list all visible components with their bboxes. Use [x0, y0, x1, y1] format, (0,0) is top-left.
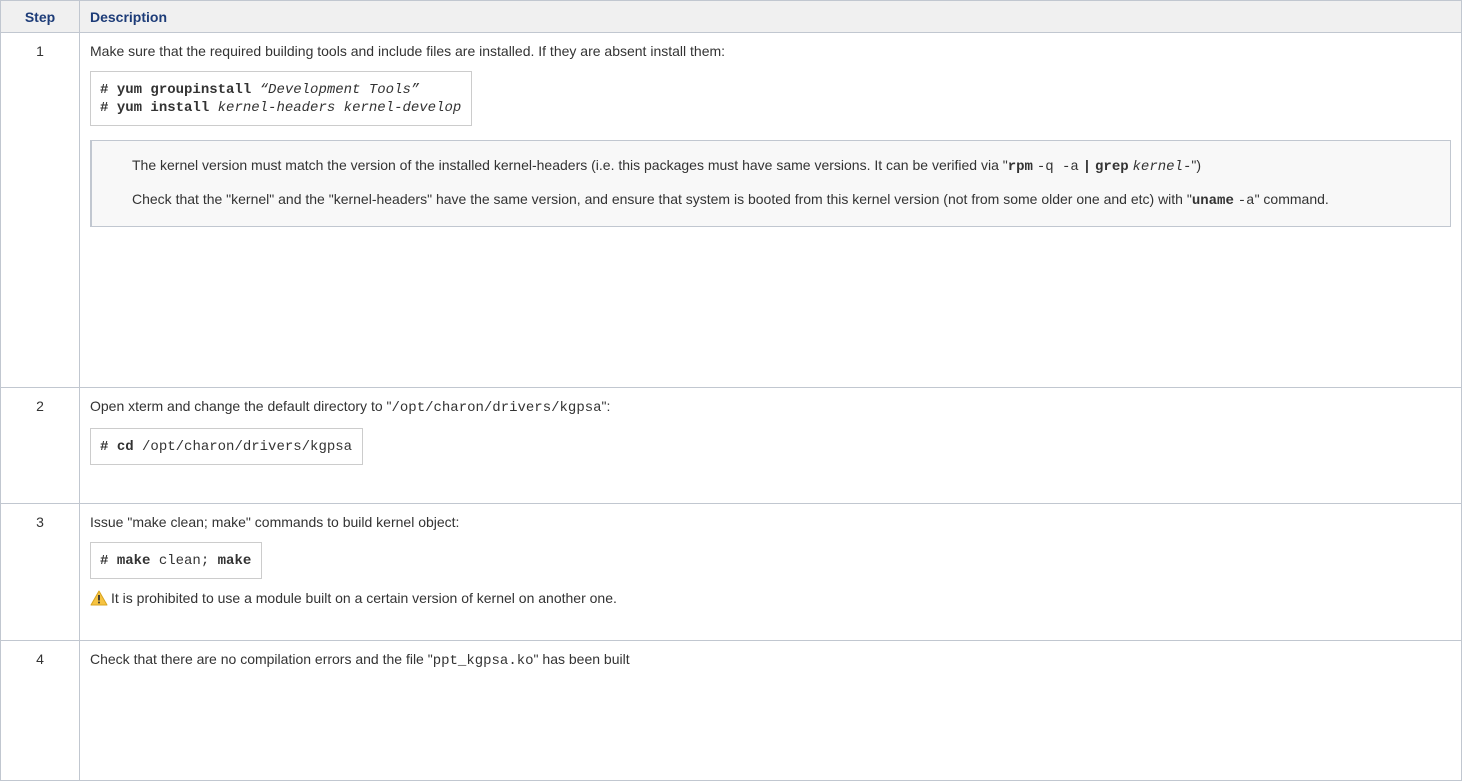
step-description: Make sure that the required building too… — [79, 32, 1462, 388]
warning-message: It is prohibited to use a module built o… — [90, 590, 1451, 606]
step-text: Make sure that the required building too… — [90, 43, 726, 59]
code-block: # yum groupinstall “Development Tools” #… — [90, 71, 473, 126]
table-row: 3 Issue "make clean; make" commands to b… — [0, 503, 1462, 641]
code-line: # yum groupinstall “Development Tools” — [100, 82, 420, 98]
table-row: 4 Check that there are no compilation er… — [0, 640, 1462, 781]
directory-path: /opt/charon/drivers/kgpsa — [391, 400, 602, 416]
code-line: # make clean; make — [100, 553, 252, 569]
step-description: Check that there are no compilation erro… — [79, 640, 1462, 781]
info-panel: The kernel version must match the versio… — [90, 140, 1451, 227]
step-text: Open xterm and change the default direct… — [90, 398, 611, 416]
step-description: Issue "make clean; make" commands to bui… — [79, 503, 1462, 641]
warning-triangle-icon — [90, 590, 108, 606]
step-number: 1 — [0, 32, 80, 388]
code-line: # cd /opt/charon/drivers/kgpsa — [100, 439, 353, 455]
code-block: # cd /opt/charon/drivers/kgpsa — [90, 428, 364, 465]
step-column-header: Step — [0, 0, 80, 33]
step-text: Check that there are no compilation erro… — [90, 651, 630, 669]
step-text: Issue "make clean; make" commands to bui… — [90, 514, 460, 530]
description-column-header: Description — [79, 0, 1462, 33]
step-number: 4 — [0, 640, 80, 781]
step-description: Open xterm and change the default direct… — [79, 387, 1462, 504]
table-header-row: Step Description — [0, 0, 1462, 33]
step-number: 2 — [0, 387, 80, 504]
warning-text: It is prohibited to use a module built o… — [111, 590, 617, 606]
code-line: # yum install kernel-headers kernel-deve… — [100, 100, 462, 116]
table-row: 2 Open xterm and change the default dire… — [0, 387, 1462, 504]
file-name: ppt_kgpsa.ko — [432, 653, 534, 669]
note-paragraph: The kernel version must match the versio… — [132, 157, 1201, 175]
note-paragraph: Check that the "kernel" and the "kernel-… — [132, 191, 1329, 209]
table-row: 1 Make sure that the required building t… — [0, 32, 1462, 388]
step-number: 3 — [0, 503, 80, 641]
steps-table: Step Description 1 Make sure that the re… — [0, 0, 1462, 781]
code-block: # make clean; make — [90, 542, 263, 579]
